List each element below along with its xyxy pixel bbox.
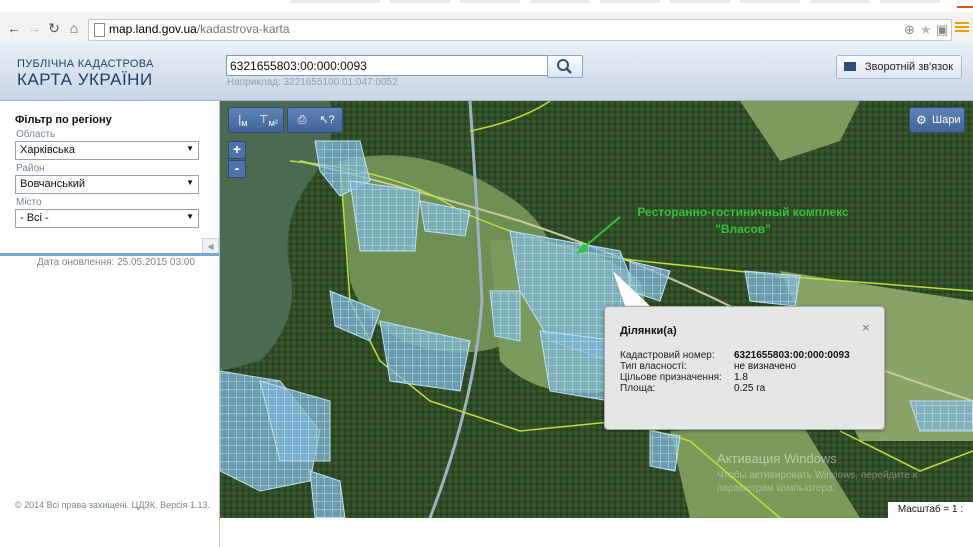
misto-label: Місто xyxy=(16,197,42,208)
browser-tab[interactable] xyxy=(880,0,940,3)
popup-label-purpose: Цільове призначення: xyxy=(620,372,722,383)
browser-tab[interactable] xyxy=(460,0,520,3)
popup-value-purpose: 1.8 xyxy=(734,372,748,383)
map-view[interactable]: |м ⊤м² ⎙ ↖? + - ⚙ Шари Ресторанно-гостин… xyxy=(220,101,973,518)
windows-activation-title: Активация Windows xyxy=(717,451,837,466)
popup-value-area: 0.25 га xyxy=(734,383,766,394)
parcel[interactable] xyxy=(744,270,801,307)
browser-tab[interactable] xyxy=(390,0,450,3)
logo-line1[interactable]: ПУБЛІЧНА КАДАСТРОВА xyxy=(17,58,154,70)
oblast-value: Харківська xyxy=(20,144,75,156)
chevron-down-icon: ▼ xyxy=(186,144,194,153)
popup-value-cadastral: 6321655803:00:000:0093 xyxy=(734,350,850,361)
parcel[interactable] xyxy=(909,400,973,432)
parcel-info-popup: Ділянки(а) × Кадастровий номер: 63216558… xyxy=(604,306,885,430)
browser-tab[interactable] xyxy=(810,0,870,3)
browser-chrome: ← → ↻ ⌂ map.land.gov.ua/kadastrova-karta… xyxy=(0,0,973,45)
raion-label: Район xyxy=(16,163,45,174)
chevron-down-icon: ▼ xyxy=(186,212,194,221)
feedback-button[interactable]: Зворотній зв'язок xyxy=(836,55,962,79)
chevron-down-icon: ▼ xyxy=(186,178,194,187)
layers-button[interactable]: ⚙ Шари xyxy=(909,107,965,133)
map-scale: Масштаб = 1 : 17K xyxy=(888,502,973,518)
zoom-icon[interactable]: ⊕ xyxy=(904,22,915,38)
annotation-line1: Ресторанно-гостиничный комплекс xyxy=(637,205,849,219)
raion-value: Вовчанський xyxy=(20,178,86,190)
browser-menu-icon[interactable] xyxy=(955,20,969,34)
print-icon[interactable]: ⎙ xyxy=(293,111,311,129)
popup-label-ownership: Тип власності: xyxy=(620,361,687,372)
parcel[interactable] xyxy=(649,430,681,472)
bookmark-star-icon[interactable]: ★ xyxy=(920,22,932,38)
map-annotation: Ресторанно-гостиничный комплекс "Власов" xyxy=(623,204,863,238)
popup-label-cadastral: Кадастровий номер: xyxy=(620,350,715,361)
forward-icon[interactable]: → xyxy=(26,20,42,36)
search-button[interactable] xyxy=(547,55,583,78)
browser-tab[interactable] xyxy=(740,0,800,3)
address-bar[interactable]: map.land.gov.ua/kadastrova-karta ⊕ ★ ▣ xyxy=(88,19,952,41)
misto-select[interactable]: - Всі - ▼ xyxy=(15,209,199,228)
gear-icon: ⚙ xyxy=(916,113,927,127)
url-path: /kadastrova-karta xyxy=(196,22,290,36)
zoom-out-button[interactable]: - xyxy=(228,160,246,178)
browser-tab[interactable] xyxy=(290,0,380,3)
popup-title: Ділянки(а) xyxy=(620,325,677,337)
cadastral-search-input[interactable] xyxy=(226,55,550,76)
oblast-label: Область xyxy=(16,129,56,140)
parcel[interactable] xyxy=(349,180,421,252)
back-icon[interactable]: ← xyxy=(6,20,22,36)
measure-area-unit: м² xyxy=(268,118,278,129)
raion-select[interactable]: Вовчанський ▼ xyxy=(15,175,199,194)
sidebar: Фільтр по регіону Область Харківська ▼ Р… xyxy=(0,101,220,547)
popup-label-area: Площа: xyxy=(620,383,656,394)
update-date: Дата оновлення: 25.05.2015 03:00 xyxy=(37,257,195,268)
feedback-label: Зворотній зв'язок xyxy=(865,61,954,73)
zoom-in-button[interactable]: + xyxy=(228,141,246,159)
logo-line2[interactable]: КАРТА УКРАЇНИ xyxy=(17,70,153,90)
page-action-icon[interactable]: ▣ xyxy=(936,22,948,38)
browser-tab[interactable] xyxy=(670,0,730,3)
url-host: map.land.gov.ua xyxy=(109,22,197,36)
search-hint: Наприклад: 3221655100:01:047:0052 xyxy=(227,77,398,88)
browser-tab[interactable] xyxy=(530,0,590,3)
windows-activation-text: Чтобы активировать Windows, перейдите к … xyxy=(717,470,918,494)
filter-divider xyxy=(0,253,219,256)
layers-label: Шари xyxy=(932,114,961,126)
tab-strip xyxy=(0,0,973,12)
measure-line-unit: м xyxy=(241,118,248,129)
filter-title: Фільтр по регіону xyxy=(15,114,112,126)
identify-icon[interactable]: ↖? xyxy=(318,111,336,129)
misto-value: - Всі - xyxy=(20,212,49,224)
oblast-select[interactable]: Харківська ▼ xyxy=(15,141,199,160)
home-icon[interactable]: ⌂ xyxy=(66,20,82,36)
measure-line-icon[interactable]: |м xyxy=(234,111,252,129)
popup-value-ownership: не визначено xyxy=(734,361,797,372)
parcel[interactable] xyxy=(489,290,521,342)
close-icon[interactable]: × xyxy=(862,320,870,335)
reload-icon[interactable]: ↻ xyxy=(46,20,62,36)
print-info-tools: ⎙ ↖? xyxy=(287,107,343,133)
measure-area-icon[interactable]: ⊤м² xyxy=(259,111,278,129)
window-accent xyxy=(957,0,973,8)
page-icon xyxy=(94,23,105,37)
measure-tools: |м ⊤м² xyxy=(228,107,284,133)
envelope-icon xyxy=(844,62,856,71)
annotation-line2: "Власов" xyxy=(715,222,771,236)
address-url[interactable]: map.land.gov.ua/kadastrova-karta xyxy=(109,22,290,36)
page-footer-area xyxy=(220,518,973,547)
browser-tab[interactable] xyxy=(600,0,660,3)
search-icon xyxy=(557,59,572,74)
copyright: © 2014 Всі права захищені. ЦДЗК. Версія … xyxy=(15,500,211,510)
